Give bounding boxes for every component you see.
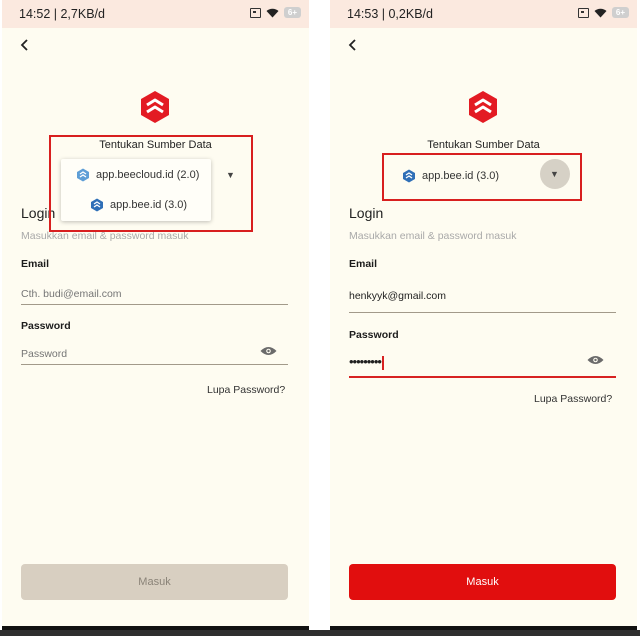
login-title: Login bbox=[349, 205, 384, 221]
highlight-box-dropdown bbox=[49, 135, 253, 232]
password-value: ••••••••• bbox=[349, 354, 382, 369]
email-label: Email bbox=[21, 258, 50, 270]
battery-icon: 6+ bbox=[283, 7, 301, 18]
email-label: Email bbox=[349, 258, 378, 270]
wifi-icon bbox=[594, 8, 607, 17]
status-bar: 14:53 | 0,2KB/d 6+ bbox=[330, 0, 637, 28]
bottom-edge bbox=[0, 630, 640, 636]
password-field[interactable] bbox=[21, 344, 288, 365]
password-label: Password bbox=[349, 329, 399, 341]
status-bar: 14:52 | 2,7KB/d 6+ bbox=[2, 0, 309, 28]
password-field[interactable]: ••••••••• bbox=[349, 354, 616, 378]
sim-icon bbox=[249, 7, 261, 18]
login-button[interactable]: Masuk bbox=[349, 564, 616, 600]
beecloud-logo bbox=[141, 91, 169, 123]
left-screen: 14:52 | 2,7KB/d 6+ Tentukan Sumber Data … bbox=[2, 0, 309, 636]
battery-icon: 6+ bbox=[611, 7, 629, 18]
text-cursor bbox=[381, 355, 384, 370]
beecloud-logo bbox=[469, 91, 497, 123]
email-field[interactable] bbox=[21, 284, 288, 305]
sim-icon bbox=[577, 7, 589, 18]
right-screen: 14:53 | 0,2KB/d 6+ Tentukan Sumber Data … bbox=[330, 0, 637, 636]
login-subtitle: Masukkan email & password masuk bbox=[349, 230, 517, 242]
show-password-icon[interactable] bbox=[587, 355, 604, 365]
forgot-password-link[interactable]: Lupa Password? bbox=[534, 393, 612, 405]
forgot-password-link[interactable]: Lupa Password? bbox=[207, 384, 285, 396]
status-icons: 6+ bbox=[577, 7, 629, 18]
login-button-disabled[interactable]: Masuk bbox=[21, 564, 288, 600]
status-icons: 6+ bbox=[249, 7, 301, 18]
status-time: 14:53 | 0,2KB/d bbox=[347, 7, 433, 21]
status-time: 14:52 | 2,7KB/d bbox=[19, 7, 105, 21]
highlight-box-selected bbox=[382, 153, 582, 201]
back-arrow-icon[interactable] bbox=[346, 38, 362, 54]
source-title: Tentukan Sumber Data bbox=[427, 139, 540, 151]
show-password-icon[interactable] bbox=[260, 346, 277, 356]
wifi-icon bbox=[266, 8, 279, 17]
email-field[interactable]: henkyyk@gmail.com bbox=[349, 290, 616, 313]
back-arrow-icon[interactable] bbox=[18, 38, 34, 54]
screen-divider bbox=[309, 0, 330, 636]
password-label: Password bbox=[21, 320, 71, 332]
